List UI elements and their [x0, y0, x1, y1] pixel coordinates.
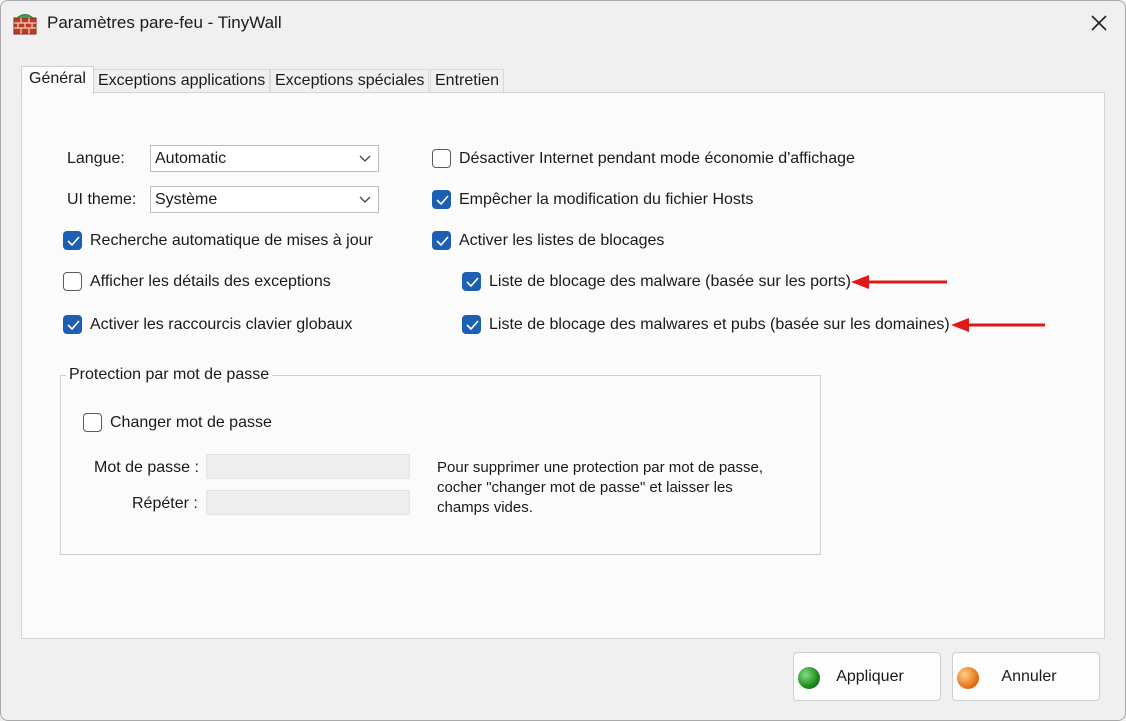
ui-theme-value: Système [155, 191, 218, 208]
hint-line: Pour supprimer une protection par mot de… [437, 459, 764, 476]
ui-theme-select[interactable]: Système [150, 186, 379, 213]
ui-theme-label: UI theme: [67, 191, 137, 208]
language-value: Automatic [155, 150, 227, 167]
checkbox-checked[interactable] [462, 315, 481, 334]
chevron-down-icon [359, 196, 371, 203]
password-group-title: Protection par mot de passe [66, 366, 273, 384]
language-label: Langue: [67, 150, 125, 167]
checkbox-unchecked[interactable] [63, 272, 82, 291]
change-password-label: Changer mot de passe [110, 414, 272, 431]
cancel-button[interactable]: Annuler [952, 652, 1100, 701]
language-select[interactable]: Automatic [150, 145, 379, 172]
checkbox-checked[interactable] [63, 231, 82, 250]
annotation-arrow-icon [951, 318, 1045, 332]
checkbox-unchecked[interactable] [83, 413, 102, 432]
window-title: Paramètres pare-feu - TinyWall [47, 13, 282, 32]
checkbox-checked[interactable] [63, 315, 82, 334]
disable-internet-display-sleep-label: Désactiver Internet pendant mode économi… [459, 150, 855, 167]
hint-line: cocher "changer mot de passe" et laisser… [437, 479, 733, 496]
tab-general[interactable]: Général [21, 66, 94, 94]
tab-maintenance[interactable]: Entretien [430, 69, 505, 93]
close-icon[interactable] [1087, 11, 1111, 35]
checkmark-icon [67, 320, 80, 330]
checkmark-icon [67, 236, 80, 246]
password-label: Mot de passe : [94, 459, 199, 476]
tab-app-exceptions[interactable]: Exceptions applications [93, 69, 271, 93]
checkbox-checked[interactable] [432, 231, 451, 250]
checkbox-checked[interactable] [462, 272, 481, 291]
password-hint-text: Pour supprimer une protection par mot de… [437, 458, 763, 518]
checkmark-icon [466, 320, 479, 330]
repeat-password-input[interactable] [206, 490, 410, 515]
lock-hosts-file-label: Empêcher la modification du fichier Host… [459, 191, 754, 208]
checkbox-checked[interactable] [432, 190, 451, 209]
title-bar[interactable]: Paramètres pare-feu - TinyWall [1, 1, 1125, 47]
apply-button[interactable]: Appliquer [793, 652, 941, 701]
apply-button-label: Appliquer [836, 668, 904, 685]
brick-firewall-icon [13, 14, 37, 35]
annotation-arrow-icon [851, 275, 947, 289]
hint-line: champs vides. [437, 499, 533, 516]
checkmark-icon [466, 277, 479, 287]
chevron-down-icon [359, 155, 371, 162]
show-exception-details-label: Afficher les détails des exceptions [90, 273, 331, 290]
global-hotkeys-label: Activer les raccourcis clavier globaux [90, 316, 353, 333]
repeat-password-label: Répéter : [132, 495, 198, 512]
checkbox-unchecked[interactable] [432, 149, 451, 168]
cancel-button-label: Annuler [1001, 668, 1057, 685]
enable-blocklists-label: Activer les listes de blocages [459, 232, 665, 249]
tab-special-exceptions[interactable]: Exceptions spéciales [270, 69, 430, 93]
checkmark-icon [436, 236, 449, 246]
auto-update-label: Recherche automatique de mises à jour [90, 232, 373, 249]
checkmark-icon [436, 195, 449, 205]
port-malware-blocklist-label: Liste de blocage des malware (basée sur … [489, 273, 851, 290]
password-input[interactable] [206, 454, 410, 479]
settings-window: Paramètres pare-feu - TinyWall Général E… [0, 0, 1126, 721]
domain-malware-ads-blocklist-label: Liste de blocage des malwares et pubs (b… [489, 316, 950, 333]
